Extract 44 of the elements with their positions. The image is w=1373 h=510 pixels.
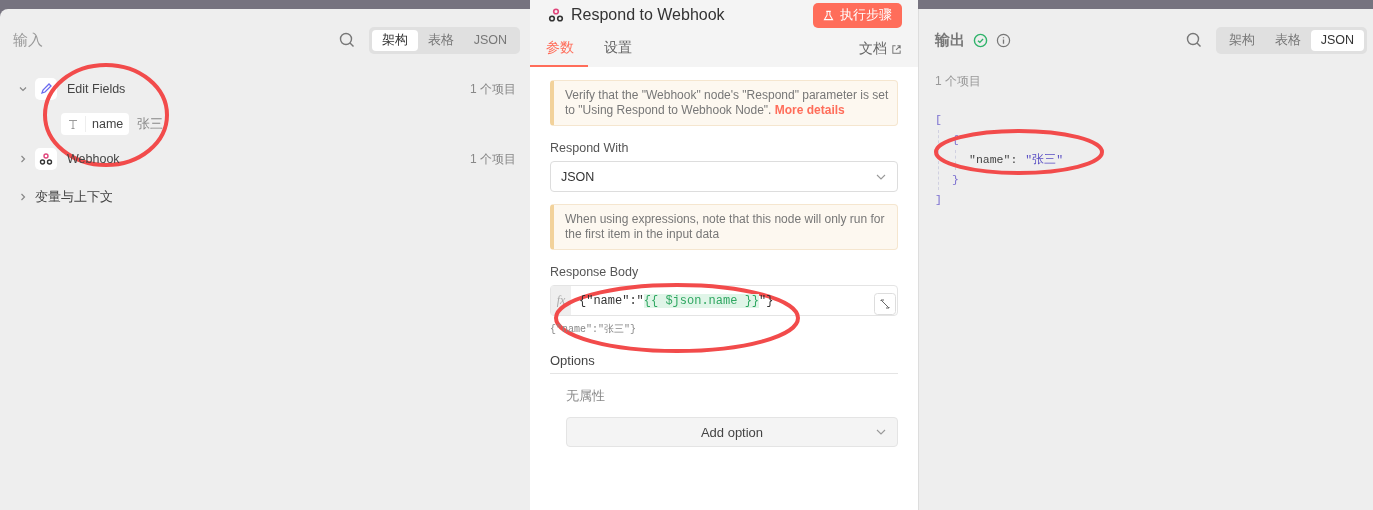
notice-callout: When using expressions, note that this node will only run for the first item in the input data — [550, 204, 898, 250]
view-tab[interactable]: JSON — [1310, 29, 1364, 51]
panel-title: 输出 — [935, 30, 965, 50]
view-tab[interactable]: 表格 — [417, 29, 464, 51]
node-name[interactable]: Edit Fields — [67, 82, 126, 96]
info-icon[interactable] — [996, 32, 1011, 48]
view-tab[interactable]: 表格 — [1264, 29, 1311, 51]
node-name[interactable]: 变量与上下文 — [35, 188, 113, 206]
json-key: "name": — [969, 150, 1018, 170]
item-count: 1 个项目 — [470, 80, 516, 98]
expand-icon[interactable] — [874, 292, 896, 315]
node-title: Respond to Webhook — [571, 6, 726, 24]
notice-callout: Verify that the "Webhook" node's "Respond" parameter is set to "Using Respond to Webhook Node". More details — [550, 80, 898, 126]
json-bracket: ] — [935, 192, 942, 208]
check-circle-icon — [973, 32, 988, 48]
section-title: Options — [550, 353, 898, 374]
chevron-icon[interactable] — [18, 84, 28, 94]
respond-with-select[interactable]: JSON — [550, 161, 898, 192]
view-tab[interactable]: 架构 — [371, 29, 418, 51]
webhook-icon — [548, 7, 564, 23]
add-option-button[interactable]: Add option — [566, 417, 898, 447]
flask-icon — [823, 9, 834, 21]
json-bracket: } — [952, 172, 959, 188]
field-label: Respond With — [550, 141, 630, 155]
external-link-icon — [891, 43, 902, 55]
view-tab[interactable]: 架构 — [1218, 29, 1265, 51]
response-body-field[interactable]: {"name":"{{ $json.name }}"} — [571, 293, 874, 308]
search-icon[interactable] — [1185, 32, 1202, 48]
field-label: Response Body — [550, 265, 640, 279]
field-value: 张三 — [137, 115, 164, 133]
webhook-icon — [35, 148, 57, 170]
empty-text: 无属性 — [566, 388, 606, 405]
docs-link[interactable]: 文档 — [859, 40, 902, 67]
search-icon[interactable] — [338, 32, 355, 48]
item-count: 1 个项目 — [470, 150, 516, 168]
json-value: "张三" — [1025, 152, 1064, 168]
chevron-icon[interactable] — [18, 154, 28, 164]
field-chip[interactable]: name — [61, 113, 130, 135]
json-bracket: [ — [935, 112, 942, 128]
item-count: 1 个项目 — [935, 73, 982, 90]
settings-tab[interactable]: 设置 — [590, 39, 646, 67]
panel-title: 输入 — [13, 30, 44, 50]
chevron-icon[interactable] — [18, 192, 28, 202]
text-type-icon — [67, 118, 79, 130]
